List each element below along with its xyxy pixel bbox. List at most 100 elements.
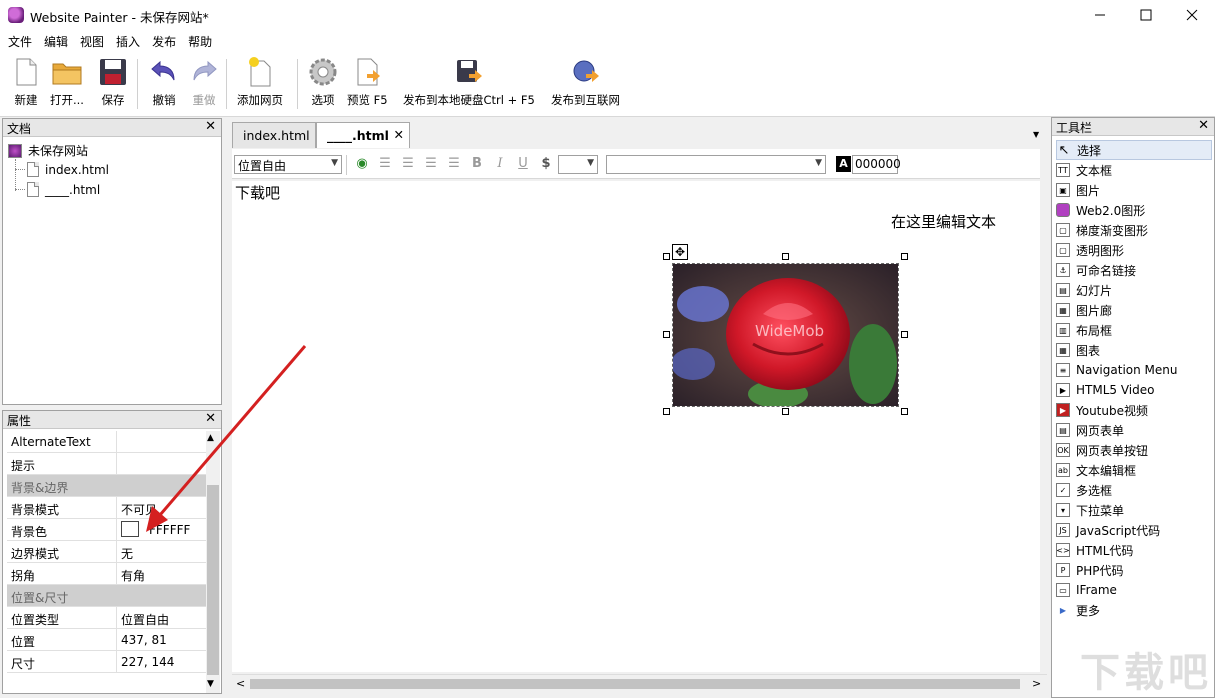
toolbox-item[interactable]: ▥布局框 — [1056, 320, 1212, 340]
menu-publish[interactable]: 发布 — [152, 30, 182, 51]
menu-edit[interactable]: 编辑 — [44, 30, 74, 51]
close-panel-icon[interactable]: ✕ — [205, 119, 216, 134]
tree-site-root[interactable]: 未保存网站 — [8, 142, 88, 159]
redo-button[interactable]: 重做 — [188, 56, 220, 112]
toolbox-item[interactable]: ▤网页表单 — [1056, 420, 1212, 440]
open-button[interactable]: 打开... — [50, 56, 84, 112]
toolbox-item[interactable]: ↖选择 — [1056, 140, 1212, 160]
property-value[interactable]: 227, 144 — [117, 651, 206, 672]
property-value[interactable]: 无 — [117, 541, 206, 562]
resize-handle[interactable] — [663, 331, 670, 338]
toolbox-item-label: 文本框 — [1076, 162, 1112, 179]
dollar-icon[interactable]: $ — [538, 156, 554, 172]
iframe-icon: ▭ — [1056, 583, 1070, 597]
underline-icon[interactable]: U — [515, 156, 531, 172]
toolbox-item[interactable]: ab文本编辑框 — [1056, 460, 1212, 480]
toolbox-item[interactable]: ▦图片廊 — [1056, 300, 1212, 320]
resize-handle[interactable] — [782, 408, 789, 415]
publish-local-button[interactable]: 发布到本地硬盘Ctrl + F5 — [403, 56, 535, 112]
close-panel-icon[interactable]: ✕ — [1198, 118, 1209, 133]
selected-image[interactable]: WideMob — [672, 263, 899, 407]
font-size-select[interactable]: ▼ — [558, 155, 598, 174]
scroll-left-icon[interactable]: < — [236, 677, 245, 690]
tree-page-untitled[interactable]: ____.html — [27, 182, 100, 197]
resize-handle[interactable] — [663, 408, 670, 415]
toolbox-item[interactable]: ▦图表 — [1056, 340, 1212, 360]
resize-handle[interactable] — [901, 253, 908, 260]
property-value[interactable]: 位置自由 — [117, 607, 206, 628]
resize-handle[interactable] — [901, 331, 908, 338]
new-button[interactable]: 新建 — [10, 56, 42, 112]
bold-icon[interactable]: B — [469, 156, 485, 172]
resize-handle[interactable] — [782, 253, 789, 260]
menu-view[interactable]: 视图 — [80, 30, 110, 51]
toolbox-item[interactable]: ▶Youtube视频 — [1056, 400, 1212, 420]
text-block-edit-here[interactable]: 在这里编辑文本 — [891, 211, 996, 232]
close-button[interactable] — [1169, 0, 1215, 30]
tab-index-html[interactable]: index.html — [232, 122, 316, 148]
move-handle-icon[interactable]: ✥ — [672, 244, 688, 260]
preview-button[interactable]: 预览 F5 — [347, 56, 388, 112]
menu-file[interactable]: 文件 — [8, 30, 38, 51]
property-row[interactable]: 尺寸227, 144 — [7, 651, 206, 673]
property-row[interactable]: 拐角有角 — [7, 563, 206, 585]
save-button[interactable]: 保存 — [97, 56, 129, 112]
toolbox-item[interactable]: ●Web2.0图形 — [1056, 200, 1212, 220]
publish-web-button[interactable]: 发布到互联网 — [551, 56, 620, 112]
maximize-button[interactable] — [1123, 0, 1169, 30]
property-row[interactable]: 位置437, 81 — [7, 629, 206, 651]
options-button[interactable]: 选项 — [307, 56, 339, 112]
menu-help[interactable]: 帮助 — [188, 30, 218, 51]
toolbox-item[interactable]: ▭IFrame — [1056, 580, 1212, 600]
text-block-download[interactable]: 下载吧 — [235, 182, 280, 203]
font-family-select[interactable]: ▼ — [606, 155, 826, 174]
align-justify-icon[interactable]: ☰ — [446, 156, 462, 172]
color-swatch[interactable] — [121, 521, 139, 537]
align-left-icon[interactable]: ☰ — [377, 156, 393, 172]
link-globe-icon[interactable]: ◉ — [354, 156, 370, 172]
canvas-horizontal-scrollbar[interactable]: < > — [232, 674, 1047, 692]
toolbox-item[interactable]: TT文本框 — [1056, 160, 1212, 180]
align-right-icon[interactable]: ☰ — [423, 156, 439, 172]
align-center-icon[interactable]: ☰ — [400, 156, 416, 172]
toolbox-item[interactable]: ▢梯度渐变图形 — [1056, 220, 1212, 240]
resize-handle[interactable] — [663, 253, 670, 260]
toolbox-item-label: 网页表单按钮 — [1076, 442, 1148, 459]
toolbox-item[interactable]: ▣图片 — [1056, 180, 1212, 200]
toolbox-item[interactable]: PPHP代码 — [1056, 560, 1212, 580]
property-value[interactable]: 有角 — [117, 563, 206, 584]
scroll-right-icon[interactable]: > — [1032, 677, 1041, 690]
undo-button[interactable]: 撤销 — [148, 56, 180, 112]
toolbox-item[interactable]: ▶更多 — [1056, 600, 1212, 620]
toolbox-item[interactable]: ▢透明图形 — [1056, 240, 1212, 260]
toolbox-item[interactable]: ✓多选框 — [1056, 480, 1212, 500]
resize-handle[interactable] — [901, 408, 908, 415]
tab-untitled-html[interactable]: ____.html ✕ — [316, 122, 410, 148]
scroll-thumb[interactable] — [250, 679, 1020, 689]
property-row[interactable]: 位置类型位置自由 — [7, 607, 206, 629]
minimize-button[interactable] — [1077, 0, 1123, 30]
tab-overflow-icon[interactable]: ▼ — [1033, 130, 1039, 139]
toolbox-item[interactable]: <>HTML代码 — [1056, 540, 1212, 560]
property-value[interactable]: 437, 81 — [117, 629, 206, 650]
menu-insert[interactable]: 插入 — [116, 30, 146, 51]
design-canvas[interactable]: 下载吧 在这里编辑文本 ✥ WideMob — [232, 181, 1040, 672]
toolbox-item[interactable]: ▶HTML5 Video — [1056, 380, 1212, 400]
toolbox-item[interactable]: OK网页表单按钮 — [1056, 440, 1212, 460]
close-tab-icon[interactable]: ✕ — [394, 127, 404, 142]
toolbox-item[interactable]: ▾下拉菜单 — [1056, 500, 1212, 520]
canvas-vertical-scrollbar[interactable] — [1040, 181, 1048, 672]
text-color-icon[interactable]: A — [836, 156, 851, 172]
position-select[interactable]: 位置自由▼ — [234, 155, 342, 174]
add-page-button[interactable]: 添加网页 — [237, 56, 283, 112]
toolbox-item[interactable]: ≡Navigation Menu — [1056, 360, 1212, 380]
toolbox-item[interactable]: ⚓可命名链接 — [1056, 260, 1212, 280]
toolbox-item[interactable]: ▤幻灯片 — [1056, 280, 1212, 300]
italic-icon[interactable]: I — [492, 156, 508, 172]
scroll-down-icon[interactable]: ▼ — [207, 679, 214, 689]
tree-page-index[interactable]: index.html — [27, 162, 109, 177]
property-row[interactable]: 边界模式无 — [7, 541, 206, 563]
main-toolbar: 新建 打开... 保存 撤销 重做 添加网页 选项 预览 F5 发布到本地硬盘C… — [0, 51, 1215, 117]
text-color-field[interactable]: 000000 — [852, 155, 898, 174]
toolbox-item[interactable]: JSJavaScript代码 — [1056, 520, 1212, 540]
